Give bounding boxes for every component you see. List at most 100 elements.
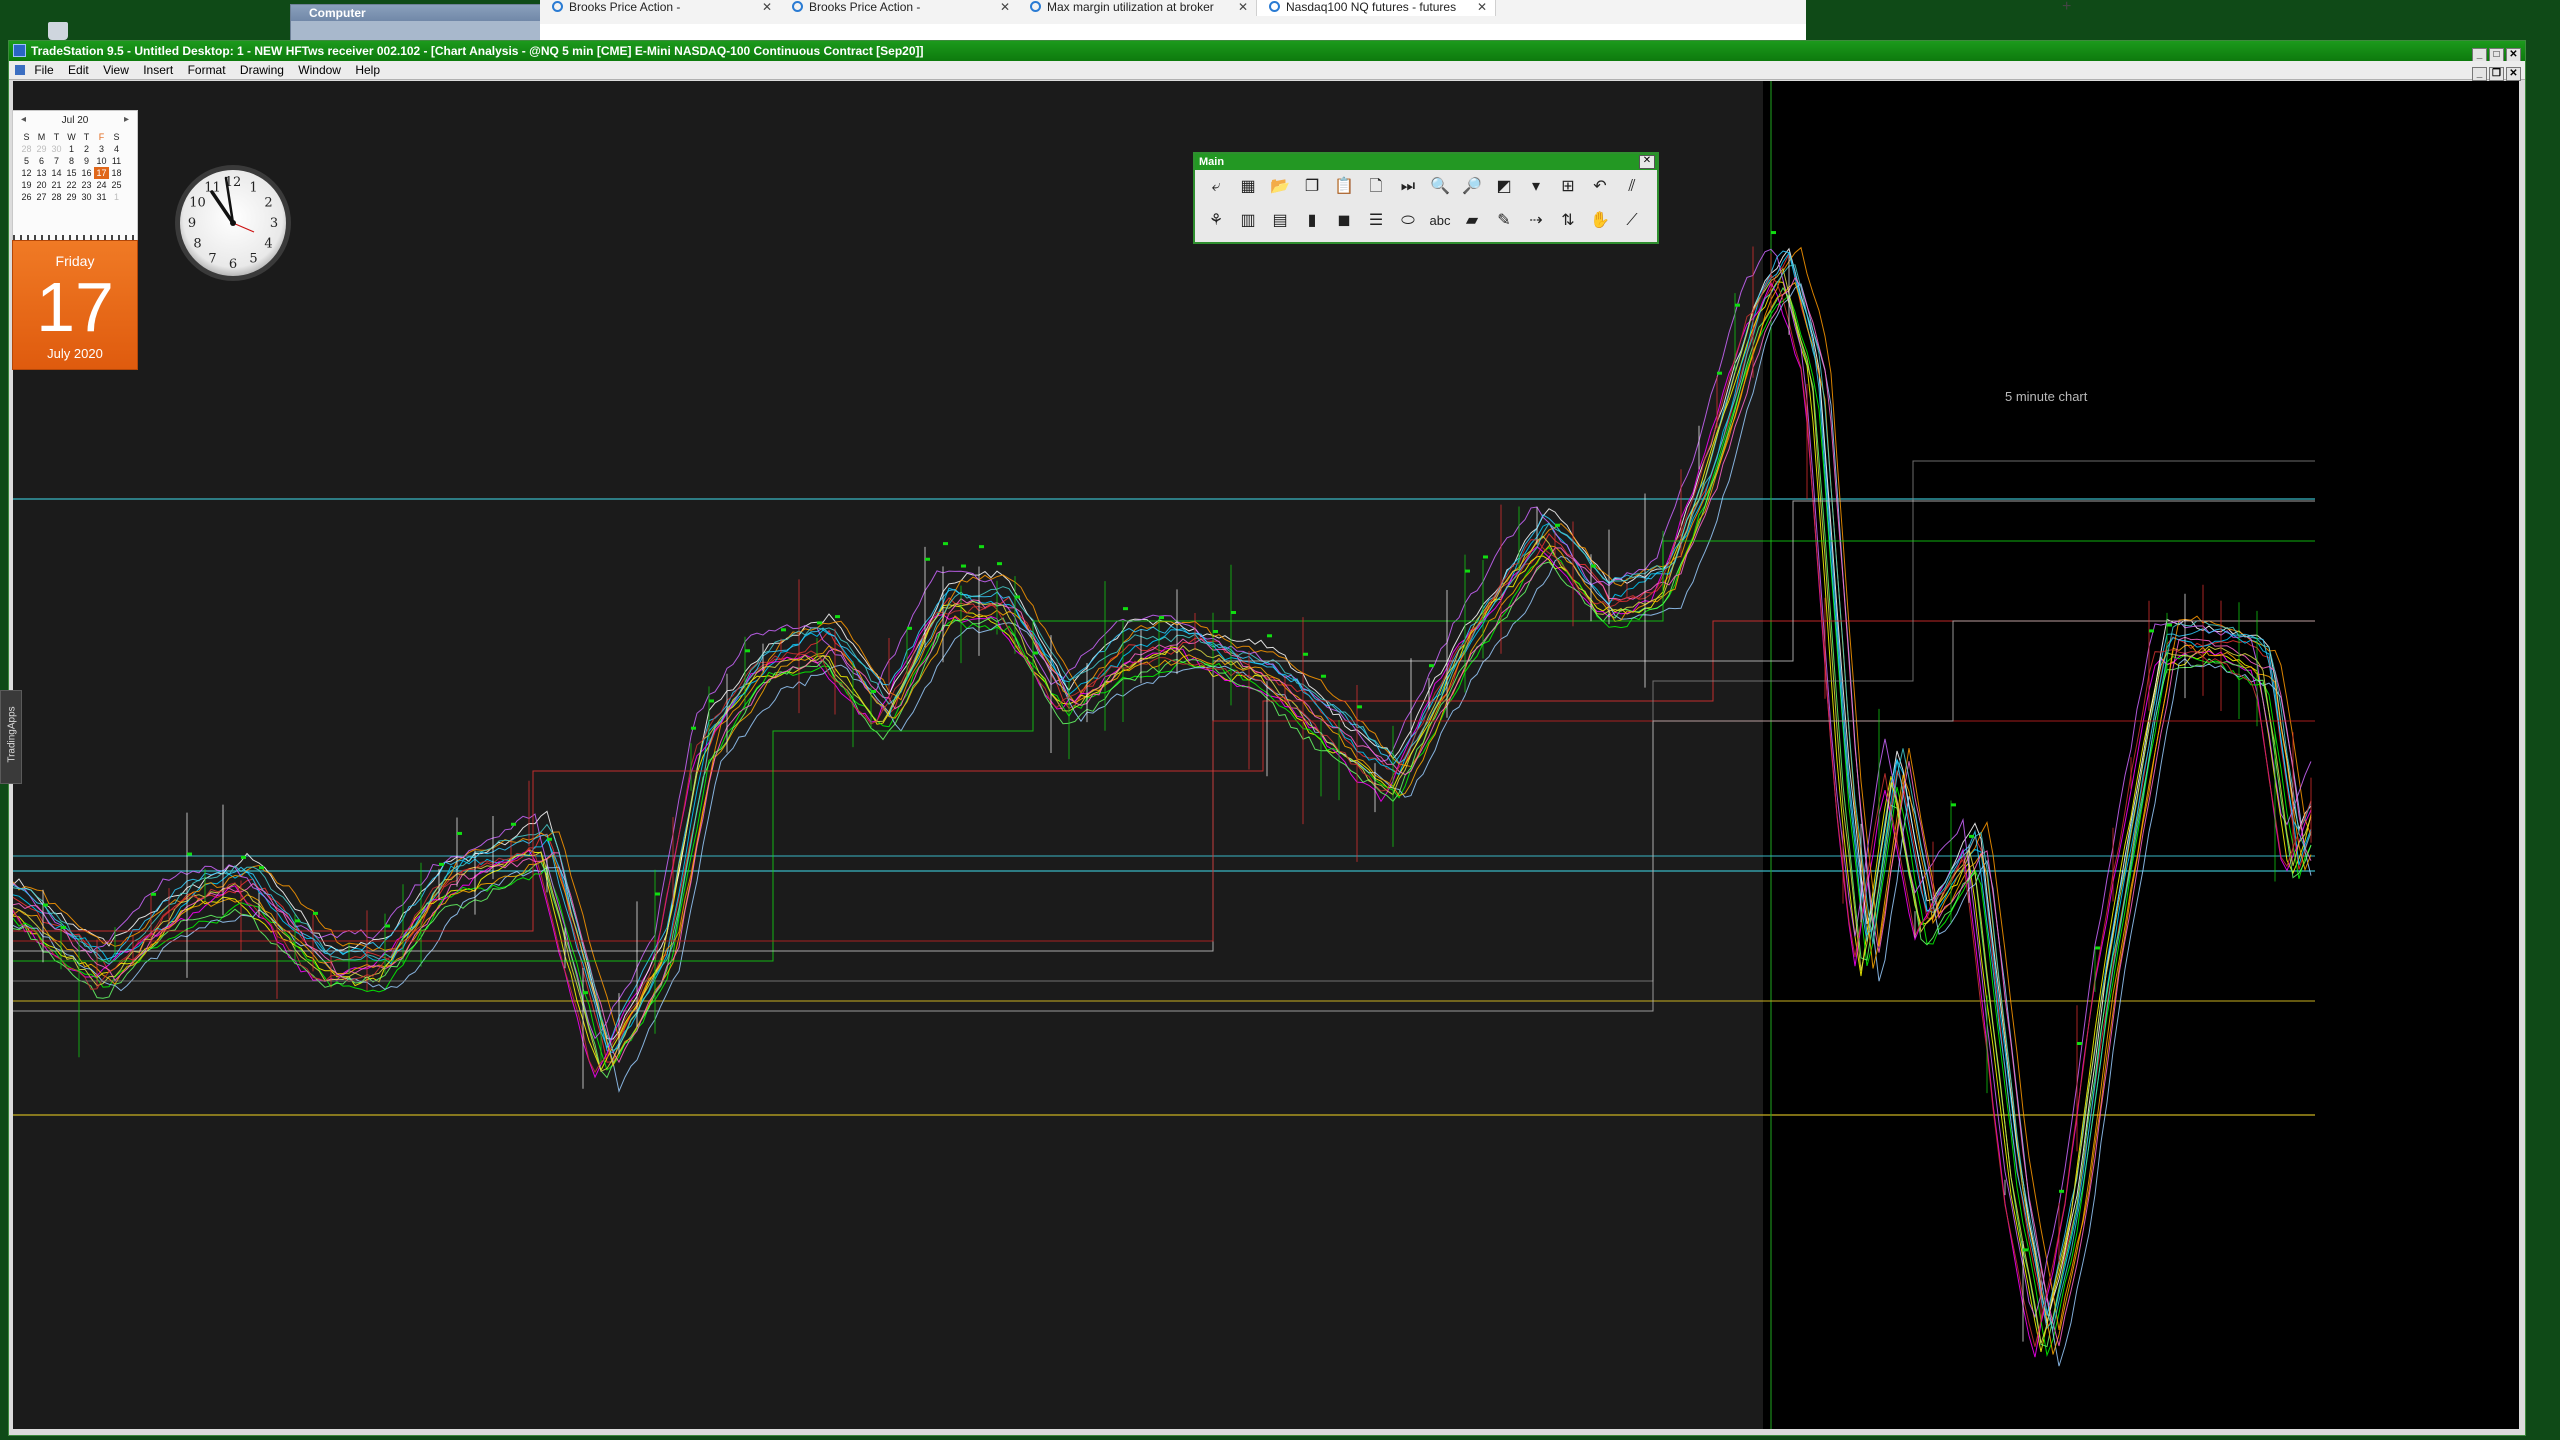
calendar-day[interactable]: 13 bbox=[34, 167, 49, 179]
calendar-day[interactable]: 24 bbox=[94, 179, 109, 191]
menu-insert[interactable]: Insert bbox=[143, 61, 173, 79]
grid-window-icon[interactable]: ▦ bbox=[1235, 174, 1261, 200]
clock-gadget[interactable]: 12 1234567891011 bbox=[172, 162, 294, 284]
new-chart-icon[interactable]: ⤶ bbox=[1203, 174, 1229, 200]
curve-tool-icon[interactable]: ↶ bbox=[1587, 174, 1613, 200]
calendar-day[interactable]: 3 bbox=[94, 143, 109, 155]
horizontal-lines-icon[interactable]: ☰ bbox=[1363, 208, 1389, 234]
calendar-day[interactable]: 25 bbox=[109, 179, 124, 191]
close-icon[interactable]: ✕ bbox=[762, 0, 772, 14]
calendar-day[interactable]: 15 bbox=[64, 167, 79, 179]
calendar-day[interactable]: 19 bbox=[19, 179, 34, 191]
calendar-day[interactable]: 28 bbox=[19, 143, 34, 155]
calendar-day[interactable]: 23 bbox=[79, 179, 94, 191]
trendline-icon[interactable]: ⟋ bbox=[1619, 208, 1645, 234]
zoom-out-icon[interactable]: 🔎 bbox=[1459, 174, 1485, 200]
calendar-day[interactable]: 12 bbox=[19, 167, 34, 179]
toolbar-close-button[interactable]: ✕ bbox=[1639, 155, 1655, 169]
calendar-day[interactable]: 4 bbox=[109, 143, 124, 155]
calendar-day[interactable]: 7 bbox=[49, 155, 64, 167]
calendar-day[interactable]: 2 bbox=[79, 143, 94, 155]
up-down-arrow-icon[interactable]: ⇅ bbox=[1555, 208, 1581, 234]
menu-view[interactable]: View bbox=[103, 61, 129, 79]
open-folder-icon[interactable]: 📂 bbox=[1267, 174, 1293, 200]
maximize-button[interactable]: □ bbox=[2489, 48, 2504, 62]
trading-apps-tab[interactable]: TradingApps bbox=[0, 690, 22, 784]
menu-format[interactable]: Format bbox=[188, 61, 226, 79]
calendar-day[interactable]: 9 bbox=[79, 155, 94, 167]
mdi-close-button[interactable]: ✕ bbox=[2506, 67, 2521, 81]
recycle-bin-icon[interactable] bbox=[48, 22, 68, 40]
browser-tab-4[interactable]: Nasdaq100 NQ futures - futures ✕ bbox=[1256, 0, 1496, 16]
new-tab-button[interactable]: + bbox=[2062, 0, 2071, 16]
chart-area[interactable]: 5 minute chart bbox=[13, 81, 2519, 1429]
panel-icon[interactable]: ▥ bbox=[1235, 208, 1261, 234]
calendar-day[interactable]: 16 bbox=[79, 167, 94, 179]
menu-drawing[interactable]: Drawing bbox=[240, 61, 284, 79]
calendar-day[interactable]: 29 bbox=[34, 143, 49, 155]
calendar-next-icon[interactable]: ▸ bbox=[124, 114, 129, 125]
close-icon[interactable]: ✕ bbox=[1238, 0, 1248, 14]
calendar-gadget[interactable]: ◂ Jul 20 ▸ SMTWTFS 28 29 30 1 2 3 4 5 6 7 8 9 10 11 12… bbox=[12, 110, 138, 243]
calendar-day[interactable]: 8 bbox=[64, 155, 79, 167]
calendar-day[interactable]: 11 bbox=[109, 155, 124, 167]
calendar-day[interactable]: 31 bbox=[94, 191, 109, 203]
stepped-level-line bbox=[13, 620, 2315, 1012]
pitchfork-icon[interactable]: ⫽ bbox=[1619, 174, 1645, 200]
mdi-minimize-button[interactable]: _ bbox=[2472, 67, 2487, 81]
menu-edit[interactable]: Edit bbox=[68, 61, 89, 79]
calendar-day[interactable]: 27 bbox=[34, 191, 49, 203]
dropdown-arrow-icon[interactable]: ▾ bbox=[1523, 174, 1549, 200]
calendar-day[interactable]: 5 bbox=[19, 155, 34, 167]
day-number: 17 bbox=[36, 268, 114, 346]
document-icon[interactable] bbox=[15, 65, 25, 75]
menu-window[interactable]: Window bbox=[298, 61, 341, 79]
clock-number: 5 bbox=[249, 252, 257, 267]
close-button[interactable]: ✕ bbox=[2506, 48, 2521, 62]
calendar-day[interactable]: 22 bbox=[64, 179, 79, 191]
calendar-day[interactable]: 1 bbox=[109, 191, 124, 203]
layout-icon[interactable]: ▤ bbox=[1267, 208, 1293, 234]
zoom-in-icon[interactable]: 🔍 bbox=[1427, 174, 1453, 200]
grid-select-icon[interactable]: ⊞ bbox=[1555, 174, 1581, 200]
calendar-day[interactable]: 1 bbox=[64, 143, 79, 155]
calendar-day[interactable]: 26 bbox=[19, 191, 34, 203]
document-icon[interactable]: 🗋 bbox=[1363, 174, 1389, 200]
calendar-day[interactable]: 30 bbox=[49, 143, 64, 155]
mdi-restore-button[interactable]: ❐ bbox=[2489, 67, 2504, 81]
calendar-day[interactable]: 18 bbox=[109, 167, 124, 179]
browser-tab-3[interactable]: Max margin utilization at broker ✕ bbox=[1018, 0, 1256, 16]
ellipse-icon[interactable]: ⬭ bbox=[1395, 208, 1421, 234]
menu-file[interactable]: File bbox=[34, 61, 53, 79]
eraser-icon[interactable]: ▰ bbox=[1459, 208, 1485, 234]
calendar-day[interactable]: 20 bbox=[34, 179, 49, 191]
signal-flag bbox=[295, 919, 300, 923]
calendar-day[interactable]: 28 bbox=[49, 191, 64, 203]
copy-windows-icon[interactable]: ❐ bbox=[1299, 174, 1325, 200]
arrow-line-icon[interactable]: ⇢ bbox=[1523, 208, 1549, 234]
menu-help[interactable]: Help bbox=[355, 61, 380, 79]
address-bar[interactable] bbox=[540, 24, 1806, 40]
calendar-day[interactable]: 17 bbox=[94, 167, 109, 179]
close-icon[interactable]: ✕ bbox=[1477, 0, 1487, 14]
browser-tab-2[interactable]: Brooks Price Action - ✕ bbox=[780, 0, 1018, 16]
calendar-day[interactable]: 14 bbox=[49, 167, 64, 179]
hand-icon[interactable]: ✋ bbox=[1587, 208, 1613, 234]
calendar-day[interactable]: 6 bbox=[34, 155, 49, 167]
calendar-day[interactable]: 30 bbox=[79, 191, 94, 203]
traffic-light-icon[interactable]: ▮ bbox=[1299, 208, 1325, 234]
text-abc-icon[interactable]: abc bbox=[1427, 208, 1453, 234]
indicator-icon[interactable]: ⚘ bbox=[1203, 208, 1229, 234]
paste-icon[interactable]: 📋 bbox=[1331, 174, 1357, 200]
calendar-day[interactable]: 29 bbox=[64, 191, 79, 203]
computer-window[interactable]: Computer bbox=[290, 4, 542, 42]
pencil-icon[interactable]: ✎ bbox=[1491, 208, 1517, 234]
camera-icon[interactable]: ◼ bbox=[1331, 208, 1357, 234]
calendar-day[interactable]: 21 bbox=[49, 179, 64, 191]
minimize-button[interactable]: _ bbox=[2472, 48, 2487, 62]
color-picker-icon[interactable]: ◩ bbox=[1491, 174, 1517, 200]
browser-tab-1[interactable]: Brooks Price Action - ✕ bbox=[540, 0, 780, 16]
play-end-icon[interactable]: ⏭ bbox=[1395, 174, 1421, 200]
close-icon[interactable]: ✕ bbox=[1000, 0, 1010, 14]
calendar-day[interactable]: 10 bbox=[94, 155, 109, 167]
